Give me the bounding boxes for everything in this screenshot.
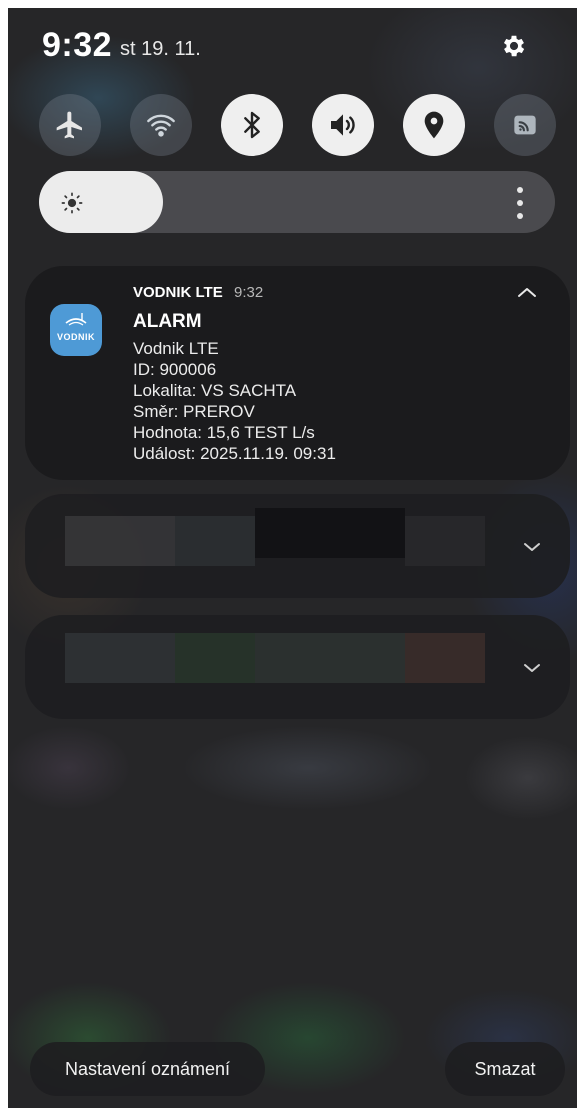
redacted-block [65,516,175,566]
cast-icon [514,115,536,135]
redacted-block [255,508,405,558]
airplane-toggle[interactable] [39,94,101,156]
location-icon [424,111,444,139]
app-name: VODNIK LTE [133,284,223,301]
bluetooth-toggle[interactable] [221,94,283,156]
clear-button[interactable]: Smazat [445,1042,565,1096]
notification-line: Lokalita: VS SACHTA [133,381,297,400]
notification-line: Vodnik LTE [133,339,219,358]
sound-toggle[interactable] [312,94,374,156]
notification-line: Směr: PREROV [133,402,255,421]
wifi-icon [147,114,175,137]
brightness-fill[interactable] [39,171,163,233]
redacted-block [405,633,485,683]
redacted-notification-card[interactable] [25,615,570,719]
sound-icon [331,114,355,136]
chevron-down-icon[interactable] [522,540,542,554]
app-icon-label: VODNIK [56,332,95,342]
chevron-down-icon[interactable] [522,661,542,675]
redacted-block [405,516,485,566]
bluetooth-icon [244,111,260,139]
notification-line: ID: 900006 [133,360,217,379]
airplane-icon [56,111,82,139]
clock: 9:32 [42,26,113,64]
notification-line: Hodnota: 15,6 TEST L/s [133,423,315,442]
notification-settings-button[interactable]: Nastavení oznámení [30,1042,265,1096]
notification-title: ALARM [133,311,202,332]
app-icon [50,304,102,356]
chevron-up-icon[interactable] [516,284,538,300]
notification-time: 9:32 [234,284,264,301]
redacted-block [175,516,255,566]
cast-toggle[interactable] [494,94,556,156]
date: st 19. 11. [120,38,201,60]
boat-icon [65,313,87,326]
notification-line: Událost: 2025.11.19. 09:31 [133,444,336,463]
redacted-block [175,633,255,683]
more-options-icon[interactable] [516,186,524,220]
redacted-notification-card[interactable] [25,494,570,598]
location-toggle[interactable] [403,94,465,156]
gear-icon[interactable] [500,32,528,60]
wifi-toggle[interactable] [130,94,192,156]
redacted-block [255,633,405,683]
redacted-block [65,633,175,683]
brightness-icon [61,192,83,214]
notification-shade: 9:32 st 19. 11. VODNIK VODNIK LTE 9:32 A… [8,8,577,1108]
